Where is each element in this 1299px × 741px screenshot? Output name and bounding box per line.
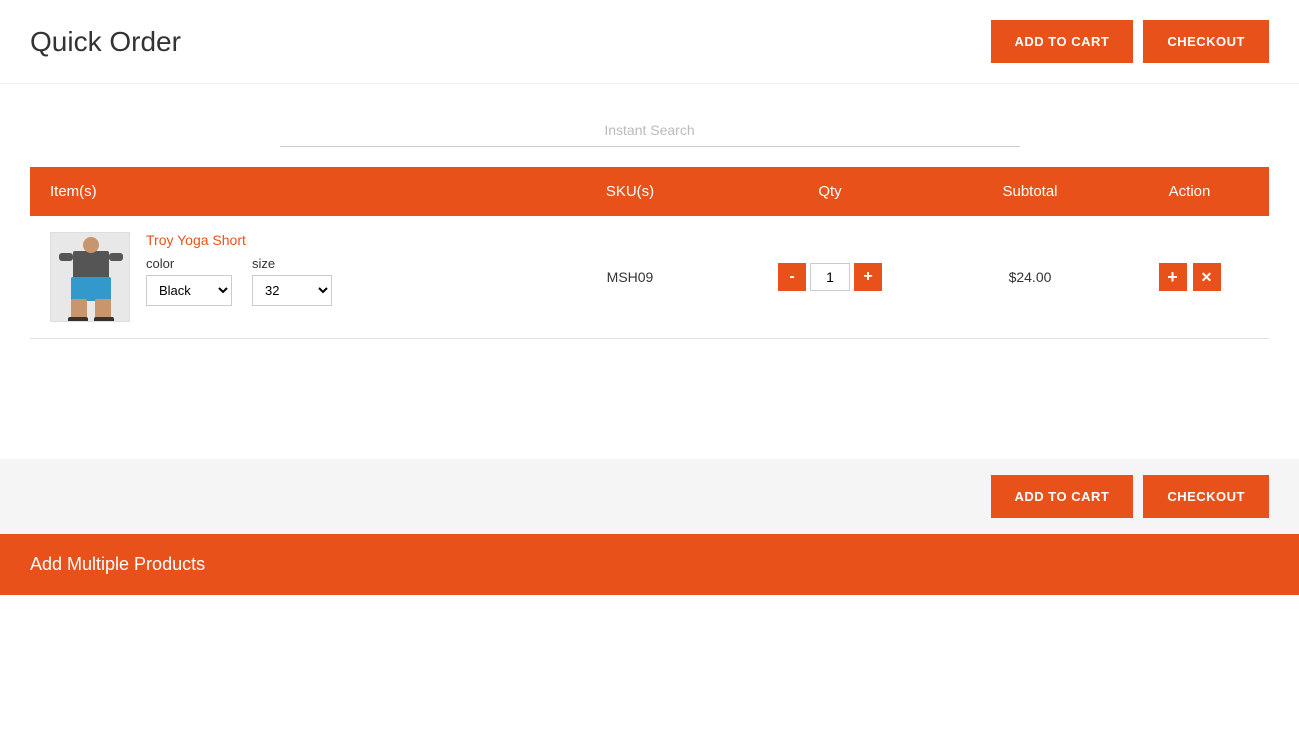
footer-bar: ADD TO CART CHECKOUT (0, 459, 1299, 534)
header-checkout-button[interactable]: CHECKOUT (1143, 20, 1269, 63)
header-add-to-cart-button[interactable]: ADD TO CART (991, 20, 1134, 63)
table-section: Item(s) SKU(s) Qty Subtotal Action (0, 167, 1299, 339)
color-select[interactable]: Black Blue Red (146, 275, 232, 306)
page-wrapper: Quick Order ADD TO CART CHECKOUT Item(s)… (0, 0, 1299, 741)
item-cell: Troy Yoga Short color Black Blue Red siz… (50, 232, 530, 322)
item-details: Troy Yoga Short color Black Blue Red siz… (146, 232, 530, 306)
qty-cell: - + (730, 263, 930, 291)
size-select[interactable]: 28 30 32 34 36 (252, 275, 332, 306)
search-section (0, 84, 1299, 167)
color-label: color (146, 256, 232, 271)
action-add-row-button[interactable]: + (1159, 263, 1187, 291)
footer-checkout-button[interactable]: CHECKOUT (1143, 475, 1269, 518)
footer-add-to-cart-button[interactable]: ADD TO CART (991, 475, 1134, 518)
col-header-qty: Qty (730, 183, 930, 200)
qty-increase-button[interactable]: + (854, 263, 882, 291)
page-title: Quick Order (30, 26, 181, 58)
action-remove-row-button[interactable]: ✕ (1193, 263, 1221, 291)
product-name[interactable]: Troy Yoga Short (146, 232, 530, 248)
product-attributes: color Black Blue Red size 28 30 (146, 256, 530, 306)
add-multiple-section: Add Multiple Products (0, 534, 1299, 595)
qty-decrease-button[interactable]: - (778, 263, 806, 291)
sku-cell: MSH09 (530, 269, 730, 285)
size-attribute: size 28 30 32 34 36 (252, 256, 332, 306)
col-header-action: Action (1130, 183, 1249, 200)
subtotal-cell: $24.00 (930, 269, 1130, 285)
qty-input[interactable] (810, 263, 850, 291)
col-header-items: Item(s) (50, 183, 530, 200)
product-image-svg (51, 233, 130, 322)
col-header-sku: SKU(s) (530, 183, 730, 200)
search-input[interactable] (280, 114, 1020, 147)
col-header-subtotal: Subtotal (930, 183, 1130, 200)
size-label: size (252, 256, 332, 271)
add-multiple-title: Add Multiple Products (30, 554, 205, 574)
header-buttons: ADD TO CART CHECKOUT (991, 20, 1269, 63)
table-row: Troy Yoga Short color Black Blue Red siz… (30, 216, 1269, 339)
action-cell: + ✕ (1130, 263, 1249, 291)
table-header: Item(s) SKU(s) Qty Subtotal Action (30, 167, 1269, 216)
page-header: Quick Order ADD TO CART CHECKOUT (0, 0, 1299, 84)
product-image (50, 232, 130, 322)
color-attribute: color Black Blue Red (146, 256, 232, 306)
